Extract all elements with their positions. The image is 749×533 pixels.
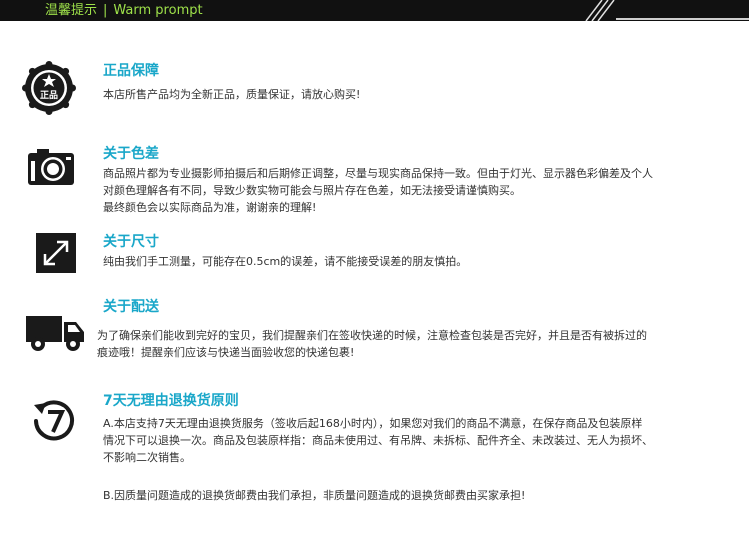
camera-icon: [28, 149, 74, 185]
seven-day-return-icon: [34, 400, 74, 441]
text-line: 情况下可以退换一次。商品及包装原样指：商品未使用过、有吊牌、未拆标、配件齐全、未…: [103, 434, 653, 447]
seal-label: 正品: [40, 90, 58, 101]
section-text-color: 商品照片都为专业摄影师拍摄后和后期修正调整，尽量与现实商品保持一致。但由于灯光、…: [103, 165, 653, 216]
section-title-size: 关于尺寸: [103, 234, 159, 250]
header-bar: 温馨提示 | Warm prompt: [0, 0, 749, 21]
resize-arrow-icon: [36, 233, 76, 273]
text-line: 本店所售产品均为全新正品，质量保证，请放心购买!: [103, 88, 361, 101]
text-line: 对颜色理解各有不同，导致少数实物可能会与照片存在色差，如无法接受请谨慎购买。: [103, 184, 521, 197]
text-line: 纯由我们手工测量，可能存在0.5cm的误差，请不能接受误差的朋友慎拍。: [103, 255, 468, 268]
section-title-color: 关于色差: [103, 146, 159, 162]
section-text-returns-extra: B.因质量问题造成的退换货邮费由我们承担，非质量问题造成的退换货邮费由买家承担!: [103, 489, 526, 502]
text-line: 商品照片都为专业摄影师拍摄后和后期修正调整，尽量与现实商品保持一致。但由于灯光、…: [103, 167, 653, 180]
genuine-seal-icon: 正品: [22, 61, 76, 115]
header-title-cn: 温馨提示: [45, 3, 98, 18]
section-title-genuine: 正品保障: [103, 63, 159, 79]
section-title-returns: 7天无理由退换货原则: [103, 393, 239, 409]
section-text-genuine: 本店所售产品均为全新正品，质量保证，请放心购买!: [103, 86, 360, 103]
text-line: A.本店支持7天无理由退换货服务（签收后起168小时内），如果您对我们的商品不满…: [103, 417, 643, 430]
text-line: 为了确保亲们能收到完好的宝贝，我们提醒亲们在签收快递的时候，注意检查包装是否完好…: [97, 329, 647, 342]
text-line: 痕迹哦！提醒亲们应该与快递当面验收您的快递包裹!: [97, 346, 355, 359]
text-line: 不影响二次销售。: [103, 451, 191, 464]
header-slash-decoration: [585, 0, 615, 21]
section-text-delivery: 为了确保亲们能收到完好的宝贝，我们提醒亲们在签收快递的时候，注意检查包装是否完好…: [97, 327, 647, 361]
truck-icon: [26, 316, 84, 351]
header-title: 温馨提示 | Warm prompt: [45, 3, 203, 18]
section-text-size: 纯由我们手工测量，可能存在0.5cm的误差，请不能接受误差的朋友慎拍。: [103, 253, 467, 270]
text-line: 最终颜色会以实际商品为准，谢谢亲的理解!: [103, 201, 317, 214]
header-underline: [616, 18, 749, 20]
header-title-en: Warm prompt: [113, 3, 203, 18]
section-text-returns: A.本店支持7天无理由退换货服务（签收后起168小时内），如果您对我们的商品不满…: [103, 415, 653, 466]
header-separator: |: [103, 3, 108, 18]
section-title-delivery: 关于配送: [103, 299, 159, 315]
